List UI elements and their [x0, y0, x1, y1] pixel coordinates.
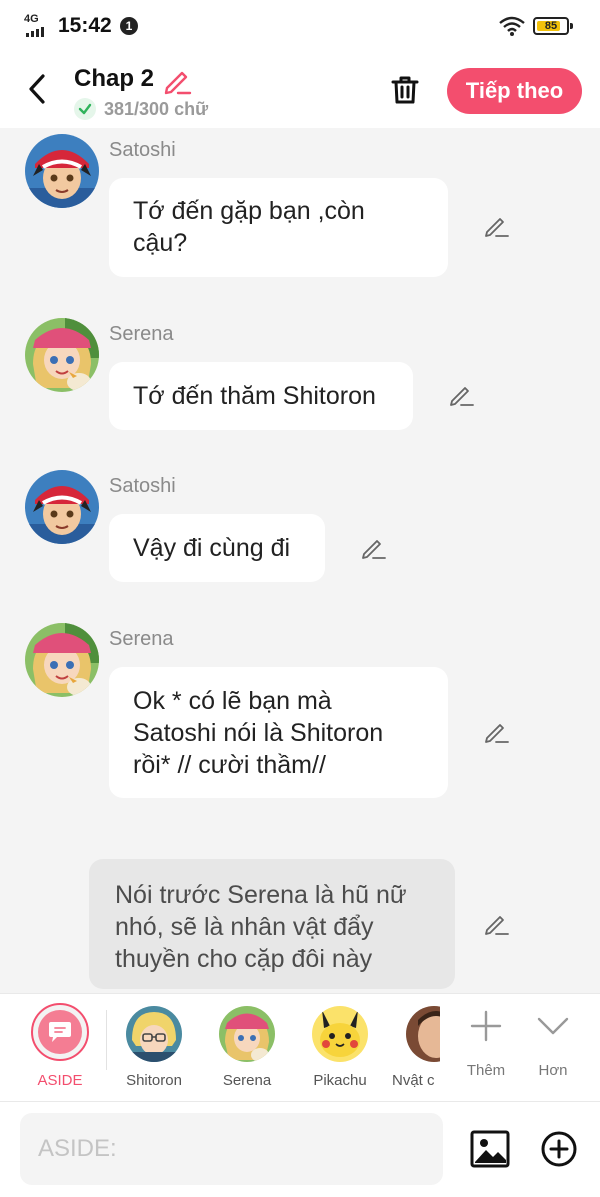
serena-avatar[interactable] — [25, 623, 99, 697]
editor-header: Chap 2 381/300 chữ Tiếp theo — [0, 56, 600, 128]
chapter-title: Chap 2 — [74, 65, 155, 92]
chevron-left-icon — [29, 74, 45, 104]
satoshi-avatar[interactable] — [25, 470, 99, 544]
character-pikachu[interactable]: Pikachu — [300, 994, 380, 1103]
serena-avatar — [219, 1006, 275, 1062]
edit-message-icon[interactable] — [483, 719, 509, 745]
check-icon — [74, 98, 96, 120]
edit-message-icon[interactable] — [360, 535, 386, 561]
pikachu-avatar — [312, 1006, 368, 1062]
wifi-icon — [499, 16, 525, 36]
edit-message-icon[interactable] — [483, 911, 509, 937]
chevron-down-icon — [537, 1017, 569, 1035]
next-button[interactable]: Tiếp theo — [447, 68, 582, 114]
word-count: 381/300 chữ — [74, 98, 208, 120]
status-time: 15:42 — [58, 14, 112, 37]
speaker-name: Satoshi — [109, 139, 176, 161]
trash-icon — [391, 76, 419, 104]
plus-icon — [470, 1010, 502, 1042]
character-avatar — [406, 1006, 440, 1062]
word-count-text: 381/300 chữ — [104, 98, 209, 119]
shitoron-avatar — [126, 1006, 182, 1062]
message-input[interactable] — [20, 1113, 443, 1185]
speaker-name: Serena — [109, 628, 174, 650]
status-bar: 4G 15:42 1 85 — [0, 0, 600, 56]
character-label: Shitoron — [126, 1072, 182, 1089]
composer-bar — [0, 1102, 600, 1197]
back-button[interactable] — [20, 69, 54, 109]
aside-message-bubble[interactable]: Nói trước Serena là hũ nữ nhó, sẽ là nhâ… — [89, 859, 455, 989]
add-circle-icon[interactable] — [539, 1129, 579, 1169]
character-picker: ASIDE Shitoron Serena Pikachu Nvật c Thê… — [0, 993, 600, 1102]
character-other[interactable]: Nvật c — [392, 994, 440, 1103]
message-text-line: Vậy đi cùng đi — [133, 534, 291, 562]
chat-bubble-icon — [49, 1022, 71, 1042]
edit-message-icon[interactable] — [483, 213, 509, 239]
aside-avatar — [31, 1003, 89, 1061]
character-shitoron[interactable]: Shitoron — [114, 994, 194, 1103]
cellular-signal-icon: 4G — [24, 13, 50, 37]
message-text-line: Ok * có lẽ bạn mà — [133, 687, 332, 715]
message-text-line: Tớ đến thăm Shitoron — [133, 382, 376, 410]
aside-text-line: Nói trước Serena là hũ nữ — [115, 881, 407, 909]
aside-text-line: nhó, sẽ là nhân vật đẩy — [115, 913, 374, 941]
speaker-name: Satoshi — [109, 475, 176, 497]
message-bubble[interactable]: Tớ đến gặp bạn ,còn cậu? — [109, 178, 448, 277]
satoshi-avatar[interactable] — [25, 134, 99, 208]
edit-message-icon[interactable] — [448, 382, 474, 408]
message-text-line: rồi* // cười thầm// — [133, 751, 326, 779]
add-character-button[interactable]: Thêm — [452, 994, 520, 1103]
character-aside[interactable]: ASIDE — [24, 994, 96, 1103]
message-text-line: Tớ đến gặp bạn ,còn — [133, 197, 365, 225]
speaker-name: Serena — [109, 323, 174, 345]
divider — [106, 1010, 107, 1070]
more-button[interactable]: Hơn — [520, 994, 586, 1103]
message-text-line: Satoshi nói là Shitoron — [133, 719, 384, 747]
character-label: Serena — [222, 1072, 272, 1089]
serena-avatar[interactable] — [25, 318, 99, 392]
image-icon[interactable] — [470, 1129, 510, 1169]
edit-title-icon[interactable] — [162, 66, 192, 96]
more-label: Hơn — [538, 1062, 568, 1079]
character-label: ASIDE — [37, 1072, 83, 1089]
message-bubble[interactable]: Ok * có lẽ bạn mà Satoshi nói là Shitoro… — [109, 667, 448, 798]
message-bubble[interactable]: Vậy đi cùng đi — [109, 514, 325, 582]
battery-icon: 85 — [533, 17, 573, 35]
message-text-line: cậu? — [133, 229, 188, 257]
character-label: Nvật c — [392, 1072, 435, 1089]
aside-text-line: thuyền cho cặp đôi này — [115, 945, 373, 973]
message-bubble[interactable]: Tớ đến thăm Shitoron — [109, 362, 413, 430]
delete-button[interactable] — [387, 72, 423, 108]
character-label: Pikachu — [313, 1072, 367, 1089]
character-serena[interactable]: Serena — [207, 994, 287, 1103]
notification-badge: 1 — [120, 17, 138, 35]
